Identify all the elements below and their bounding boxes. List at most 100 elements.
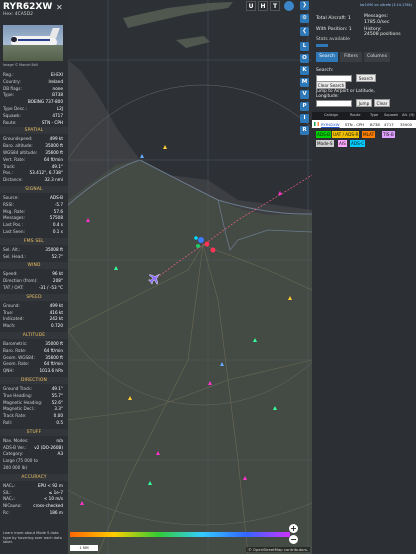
row-route: STN - CPH	[345, 122, 365, 127]
info-row-value: 0.5	[56, 420, 63, 425]
table-row[interactable]: RYR62XW STN - CPH B738 4717 35000	[312, 120, 416, 128]
info-row: Geom. Rate: 64 ft/min	[3, 361, 63, 367]
side-button-m[interactable]: M	[300, 78, 309, 87]
legend-tis-b[interactable]: TIS-B	[382, 131, 395, 138]
col-header-route[interactable]: Route	[350, 113, 360, 117]
search-button[interactable]: Search	[356, 74, 376, 82]
row-squawk: 4717	[384, 122, 394, 127]
tab-columns[interactable]: Columns	[364, 52, 390, 62]
info-row: Ground Track: 49.1°	[3, 386, 63, 392]
info-row-label: ADS-B Ver.:	[3, 444, 27, 450]
info-row: DB flags: none	[3, 86, 63, 92]
info-row: Direction (from): 208°	[3, 278, 63, 284]
col-header-type[interactable]: Type	[370, 113, 378, 117]
info-row-label: Sel. Head.:	[3, 253, 26, 259]
info-row-value: A3	[57, 451, 63, 457]
info-row-value: cross-checked	[33, 503, 63, 509]
clear-jump-button[interactable]: Clear	[374, 99, 390, 107]
stats-available[interactable]: Stats available	[316, 37, 350, 42]
info-row: Messages: 57508	[3, 215, 63, 221]
info-row-label: Squawk:	[3, 112, 21, 118]
info-row: Squawk: 4717	[3, 113, 63, 119]
legend-ais[interactable]: AIS	[338, 140, 347, 147]
side-button-o[interactable]: O	[300, 54, 309, 63]
section-fms: FMS SEL	[0, 237, 68, 245]
legend-ads-c[interactable]: ADS-C	[350, 140, 366, 147]
info-row-label: True:	[3, 309, 14, 315]
version-link[interactable]: tar1090 on ultrafe (3.14.1764)	[360, 3, 412, 7]
side-button-l[interactable]: L	[300, 42, 309, 51]
expand-button[interactable]: ❮	[300, 27, 309, 36]
info-row: Distance: 32.3 nmi	[3, 177, 63, 183]
info-row: Rᴄ: 186 m	[3, 510, 63, 516]
info-row-value: 1013.6 hPa	[39, 368, 63, 374]
tab-filters[interactable]: Filters	[340, 52, 362, 62]
legend-mlat[interactable]: MLAT	[362, 131, 376, 138]
info-row-label: Baro. Rate:	[3, 347, 27, 353]
jump-button[interactable]: Jump	[356, 99, 372, 107]
info-row-value: ≤ 1e-7	[48, 489, 63, 495]
info-row-value: 35008 ft	[45, 246, 63, 252]
messages-label: Messages:	[364, 14, 389, 19]
side-button-v[interactable]: V	[300, 90, 309, 99]
info-row: 300 000 lb)	[3, 465, 63, 471]
info-row-value: 4717	[52, 112, 63, 118]
side-button-i[interactable]: I	[300, 114, 309, 123]
info-row: SIL: ≤ 1e-7	[3, 490, 63, 496]
legend-uat-ads-r[interactable]: UAT / ADS-R	[332, 131, 360, 138]
map-attribution[interactable]: © OpenStreetMap contributors.	[246, 547, 311, 552]
info-row-value: 64 ft/min	[43, 347, 63, 353]
info-row-label: Country:	[3, 78, 21, 84]
globe-icon[interactable]	[284, 1, 294, 11]
info-row-value: 49.1°	[51, 386, 63, 391]
side-button-r[interactable]: R	[300, 126, 309, 135]
info-row-value: 57.6	[53, 208, 63, 214]
col-header-altitude[interactable]: Alt. (ft)	[402, 113, 415, 117]
info-row-value: B738	[52, 92, 63, 98]
settings-button[interactable]: ⚙	[300, 14, 309, 23]
toolbar-u-button[interactable]: U	[246, 1, 256, 11]
search-label: Search:	[316, 68, 334, 73]
messages-rate: 1785.0/sec	[364, 20, 390, 25]
side-button-p[interactable]: P	[300, 102, 309, 111]
collapse-sidebar-button[interactable]: ❯	[300, 1, 309, 10]
info-row: Category: A3	[3, 451, 63, 457]
info-row-label: Source:	[3, 195, 19, 200]
col-header-callsign[interactable]: Callsign	[324, 113, 338, 117]
aircraft-callsign: RYR62XW	[3, 2, 53, 12]
photo-credit: Image © Marcel Brill	[3, 63, 39, 67]
clear-search-button[interactable]: Clear Search	[316, 81, 346, 89]
info-row-value: 53.412°, 6.738°	[29, 170, 64, 176]
toolbar-t-button[interactable]: T	[270, 1, 280, 11]
aircraft-photo[interactable]	[3, 25, 63, 61]
map-svg[interactable]	[68, 0, 312, 554]
footer-note: Learn more about Mode S data type by hov…	[3, 531, 62, 545]
close-icon[interactable]: ✕	[56, 3, 63, 12]
zoom-in-button[interactable]: +	[289, 524, 298, 533]
tab-search[interactable]: Search	[316, 52, 338, 62]
info-row-label: NACᵥ:	[3, 496, 16, 502]
row-callsign[interactable]: RYR62XW	[321, 122, 340, 127]
legend-ads-b[interactable]: ADS-B	[316, 131, 331, 138]
info-row: QNH: 1013.6 hPa	[3, 368, 63, 374]
zoom-out-button[interactable]: −	[289, 535, 298, 544]
info-row-label: Category:	[3, 451, 24, 457]
legend-mode-s[interactable]: Mode-S	[316, 140, 334, 147]
side-button-k[interactable]: K	[300, 66, 309, 75]
info-row: Msg. Rate: 57.6	[3, 209, 63, 215]
info-row: WGS84 altitude: 35600 ft	[3, 150, 63, 156]
jump-input[interactable]	[316, 100, 352, 107]
col-header-squawk[interactable]: Squawk	[384, 113, 398, 117]
info-row-label: Magnetic Decl.:	[3, 406, 36, 412]
info-row-value: none	[52, 85, 63, 91]
info-row-label: Ground:	[3, 302, 20, 308]
toolbar-h-button[interactable]: H	[258, 1, 268, 11]
map-canvas[interactable]: U H T ❯ ⚙ ❮ LOKMVPIR + − 1 NM © OpenStre…	[68, 0, 312, 554]
info-row-value: 52.7°	[51, 253, 63, 259]
info-row: Last Seen: 0.1 s	[3, 229, 63, 235]
info-row-label: Mach:	[3, 323, 16, 329]
info-row-value: 35600 ft	[45, 354, 63, 360]
info-row-label: Roll:	[3, 420, 13, 425]
info-row-label: Speed:	[3, 271, 18, 277]
info-row-label: DB flags:	[3, 85, 22, 91]
